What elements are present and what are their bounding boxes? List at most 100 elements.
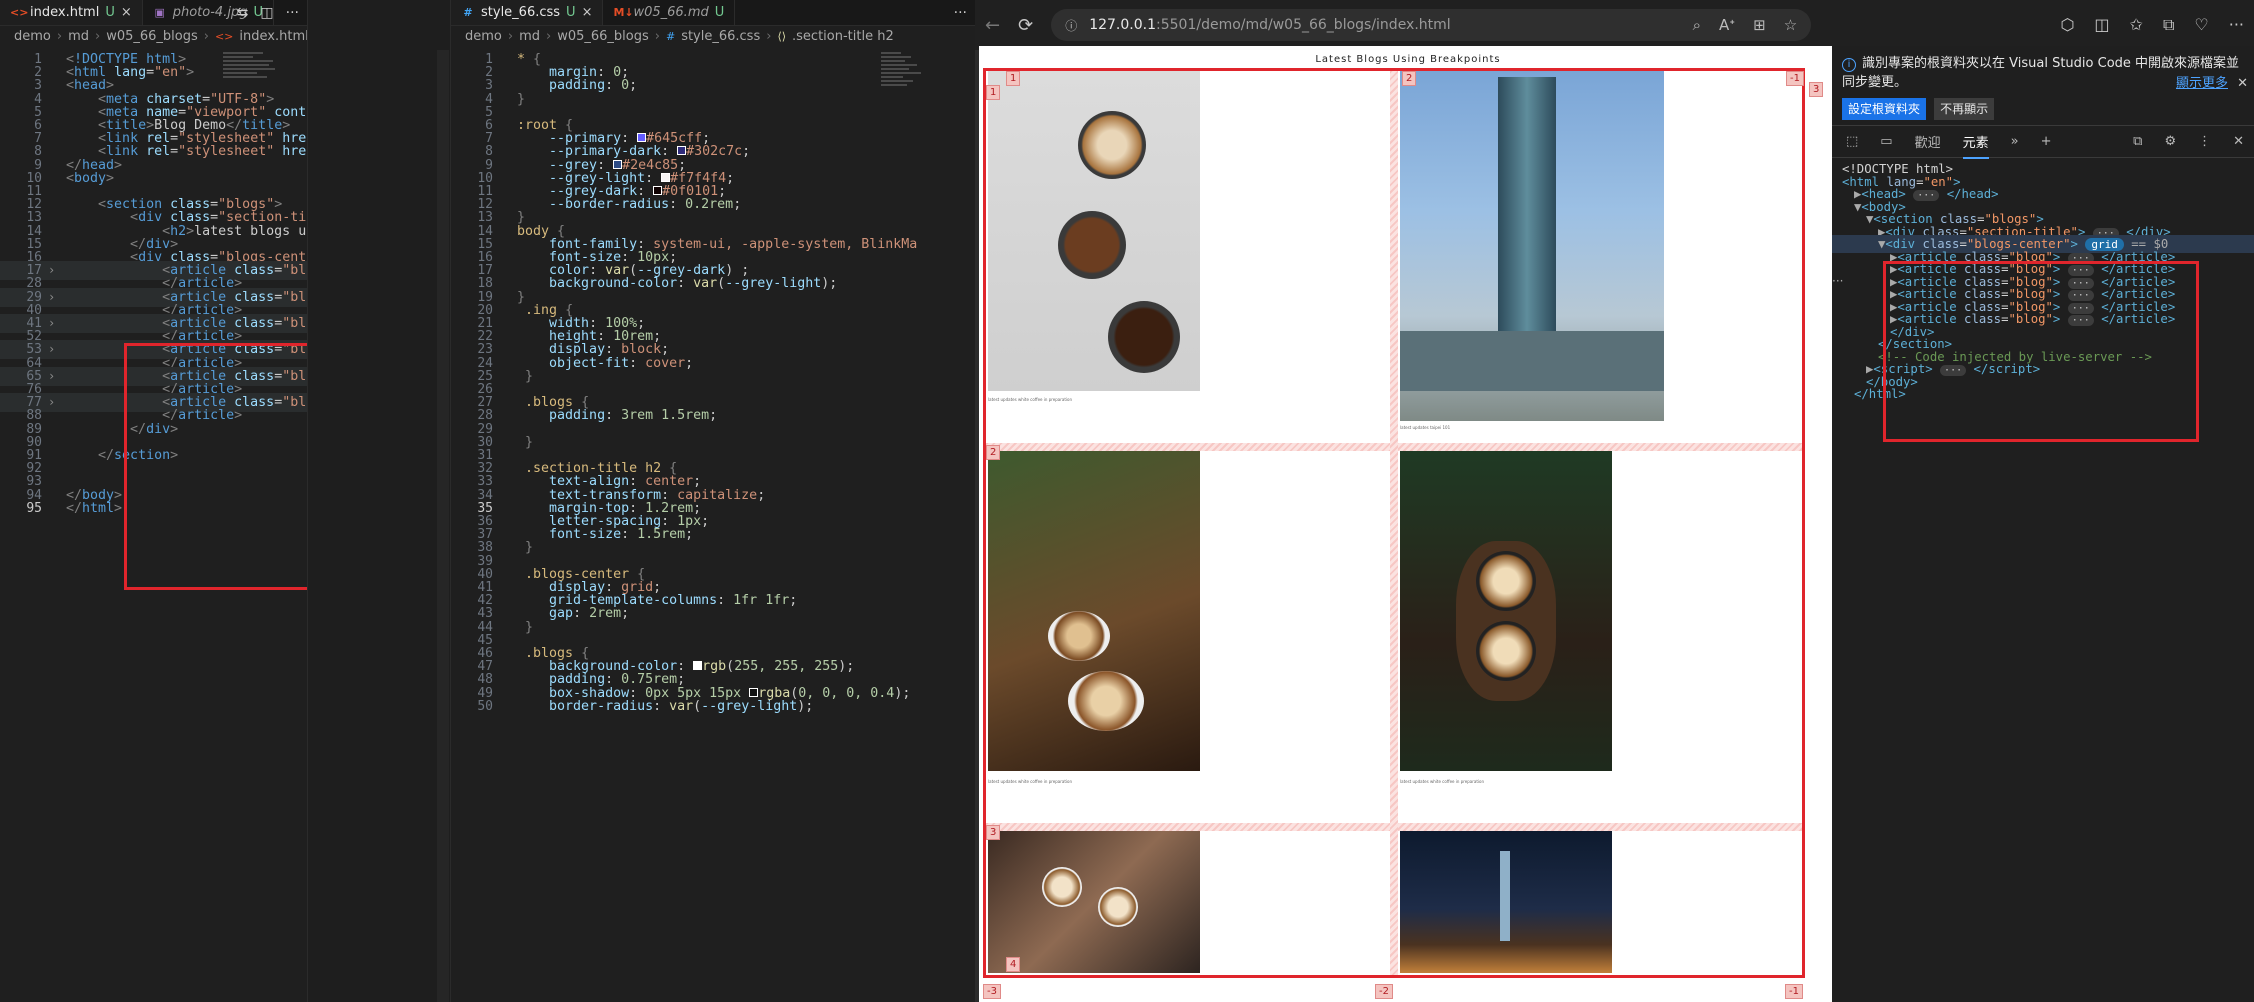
- breadcrumb-item[interactable]: .section-title h2: [792, 29, 894, 44]
- add-tab-icon[interactable]: +: [2041, 134, 2052, 149]
- address-bar[interactable]: ⓘ 127.0.0.1:5501/demo/md/w05_66_blogs/in…: [1051, 9, 1812, 41]
- minimap-line: [223, 60, 273, 62]
- connect-icon[interactable]: ⧉: [2133, 134, 2142, 149]
- blog-card[interactable]: latest updates white coffee in preparati…: [1398, 451, 1802, 823]
- blog-card[interactable]: [986, 831, 1390, 975]
- minimap[interactable]: [881, 50, 945, 170]
- refresh-icon[interactable]: ⟳: [1018, 15, 1033, 36]
- device-emulation-icon[interactable]: ▭: [1880, 134, 1892, 149]
- more-options-icon[interactable]: ⋮: [2198, 134, 2211, 149]
- editor-actions: ⇆ ◫ ···: [237, 0, 299, 26]
- untracked-badge: U: [714, 5, 725, 20]
- more-actions-icon[interactable]: ···: [286, 5, 299, 21]
- minimap-line: [881, 64, 917, 66]
- line-number: 50: [477, 698, 493, 714]
- root-folder-notice: i 識別專案的根資料夾以在 Visual Studio Code 中開啟來源檔案並…: [1832, 46, 2254, 126]
- cup-shape: [1058, 211, 1126, 279]
- cup-shape: [1098, 887, 1138, 927]
- tab-index-html[interactable]: <> index.html U ×: [0, 0, 143, 25]
- back-icon[interactable]: ←: [985, 15, 1000, 36]
- favorite-star-icon[interactable]: ☆: [1784, 16, 1797, 34]
- breadcrumb-separator: ›: [507, 28, 514, 44]
- devtools-tabs: ⬚ ▭ 歡迎 元素 » + ⧉ ⚙ ⋮ ✕: [1832, 126, 2254, 159]
- app-icon[interactable]: ⊞: [1753, 16, 1766, 34]
- show-more-link[interactable]: 顯示更多: [2176, 74, 2228, 93]
- tab-welcome[interactable]: 歡迎: [1915, 132, 1941, 151]
- close-icon[interactable]: ×: [582, 5, 593, 20]
- grid-line-label: 1: [1006, 71, 1021, 86]
- highlight-box: [124, 343, 307, 590]
- breadcrumb-item[interactable]: style_66.css: [681, 29, 760, 44]
- performance-icon[interactable]: ♡: [2194, 15, 2208, 35]
- untracked-badge: U: [566, 5, 576, 20]
- blog-image: [988, 451, 1200, 771]
- close-icon[interactable]: ✕: [2233, 134, 2244, 149]
- grid-line-label: -3: [983, 984, 1001, 999]
- css-code-area[interactable]: 1 * {2 margin: 0; 3 padding: 0; 4} 5 6:root {…: [451, 50, 975, 1002]
- tab-elements[interactable]: 元素: [1962, 132, 1989, 159]
- code-line[interactable]: 50 border-radius: var(--grey-light);: [451, 697, 975, 716]
- tab-style-css[interactable]: # style_66.css U ×: [451, 0, 604, 25]
- compare-icon[interactable]: ⇆: [237, 5, 249, 21]
- settings-icon[interactable]: ⚙: [2164, 134, 2176, 149]
- more-options-icon[interactable]: ···: [1832, 274, 1843, 288]
- minimap-line: [881, 80, 913, 82]
- blog-image: [988, 831, 1200, 973]
- blog-card[interactable]: latest updates white coffee in preparati…: [986, 451, 1390, 823]
- settings-more-icon[interactable]: ···: [2229, 15, 2244, 35]
- set-root-folder-button[interactable]: 設定根資料夾: [1842, 98, 1927, 120]
- cup-shape: [1108, 301, 1180, 373]
- tab-markdown[interactable]: M↓ w05_66.md U: [603, 0, 736, 25]
- blog-card[interactable]: latest updates taipei 101: [1398, 71, 1802, 443]
- cup-shape: [1068, 671, 1144, 731]
- minimap-line: [223, 68, 275, 70]
- inspect-icon[interactable]: ⬚: [1846, 134, 1858, 149]
- close-icon[interactable]: ✕: [2237, 74, 2248, 93]
- breadcrumb-item[interactable]: demo: [14, 29, 51, 44]
- minimap-line: [881, 68, 909, 70]
- blog-card[interactable]: [1398, 831, 1802, 975]
- split-screen-icon[interactable]: ◫: [2094, 15, 2109, 35]
- breadcrumb-item[interactable]: md: [519, 29, 540, 44]
- blog-excerpt: latest updates white coffee in preparati…: [988, 779, 1073, 784]
- zoom-icon[interactable]: ⌕: [1693, 16, 1701, 34]
- html-file-icon: <>: [10, 6, 29, 19]
- blog-image: [1400, 71, 1664, 421]
- selector-icon: ⟨⟩: [777, 29, 787, 43]
- grid-line-label: -2: [1375, 984, 1393, 999]
- desktop: <> index.html U × ▣ photo-4.jpg U ⇆ ◫ ··…: [0, 0, 2254, 1002]
- minimap[interactable]: [223, 50, 287, 170]
- breadcrumb-item[interactable]: w05_66_blogs: [106, 29, 198, 44]
- breadcrumb-separator: ›: [56, 28, 63, 44]
- more-actions-icon[interactable]: ···: [954, 5, 967, 21]
- blog-image: [988, 71, 1200, 391]
- breadcrumb-item[interactable]: demo: [465, 29, 502, 44]
- breadcrumb-item[interactable]: md: [68, 29, 89, 44]
- site-info-icon[interactable]: ⓘ: [1065, 17, 1077, 34]
- breadcrumb-separator: ›: [203, 28, 209, 44]
- dont-show-again-button[interactable]: 不再顯示: [1934, 98, 1995, 120]
- close-icon[interactable]: ×: [121, 5, 132, 20]
- line-number: 95: [26, 500, 42, 516]
- read-aloud-icon[interactable]: Aᐩ: [1719, 16, 1735, 34]
- html-file-icon: <>: [214, 29, 234, 43]
- markdown-file-icon: M↓: [613, 6, 634, 19]
- blog-card[interactable]: latest updates white coffee in preparati…: [986, 71, 1390, 443]
- extensions-icon[interactable]: ⬡: [2060, 15, 2074, 35]
- favorites-icon[interactable]: ✩: [2130, 15, 2143, 35]
- blog-excerpt: latest updates white coffee in preparati…: [1400, 779, 1485, 784]
- breadcrumb-item[interactable]: index.html: [239, 29, 307, 44]
- grid-overlay: latest updates white coffee in preparati…: [983, 68, 1805, 978]
- more-tabs-icon[interactable]: »: [2011, 134, 2019, 149]
- breadcrumb-item[interactable]: w05_66_blogs: [557, 29, 649, 44]
- scrollbar[interactable]: [437, 50, 449, 1002]
- split-editor-icon[interactable]: ◫: [260, 5, 273, 21]
- minimap-line: [223, 64, 269, 66]
- cup-shape: [1048, 611, 1110, 661]
- info-icon: i: [1842, 58, 1856, 72]
- minimap-line: [881, 60, 905, 62]
- image-file-icon: ▣: [154, 6, 165, 19]
- html-editor-tabs: <> index.html U × ▣ photo-4.jpg U ⇆ ◫ ··…: [0, 0, 307, 26]
- collections-icon[interactable]: ⧉: [2163, 15, 2174, 35]
- minimap-line: [223, 72, 257, 74]
